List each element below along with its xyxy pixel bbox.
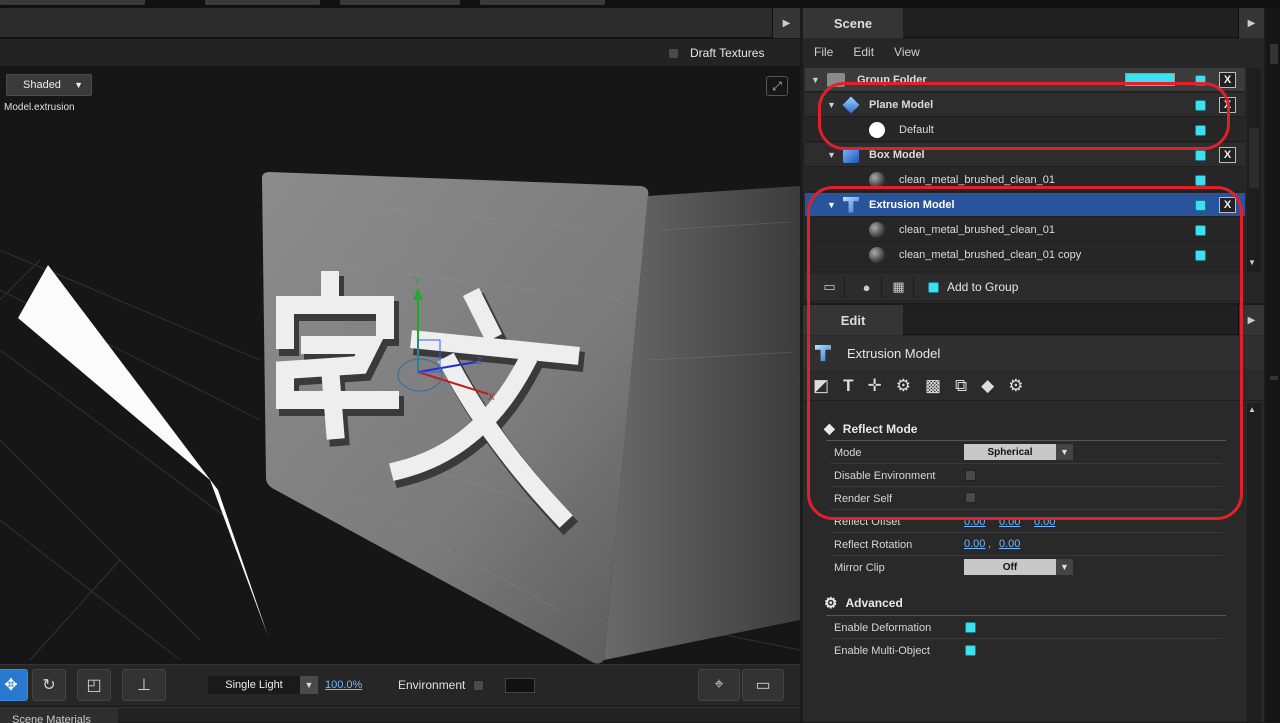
box-front-face	[262, 172, 649, 664]
target-icon[interactable]: ⌖	[698, 669, 740, 701]
scale-tool-icon[interactable]: ◰	[77, 669, 111, 701]
scene-menu-bar: File Edit View	[803, 38, 1264, 66]
collapsed-panel-tab[interactable]	[1270, 376, 1278, 380]
plane-model-shape	[18, 265, 268, 636]
enable-multi-object-checkbox[interactable]	[965, 645, 976, 656]
scene-scrollbar[interactable]: ▼	[1247, 68, 1261, 272]
divider	[830, 638, 1222, 639]
top-tab[interactable]	[205, 0, 320, 5]
move-tool-icon[interactable]: ✥	[0, 669, 28, 701]
expand-triangle-icon[interactable]: ▼	[811, 75, 821, 85]
visibility-toggle[interactable]	[1195, 150, 1206, 161]
display-icon[interactable]: ▭	[742, 669, 784, 701]
chevron-down-icon: ▼	[74, 80, 83, 90]
top-tab[interactable]	[340, 0, 460, 5]
highlight-annotation	[807, 186, 1243, 520]
scene-panel-arrow-icon[interactable]: ▶	[1238, 8, 1264, 38]
environment-toggle[interactable]: Environment	[398, 678, 485, 692]
scroll-down-icon[interactable]: ▼	[1248, 258, 1256, 267]
environment-checkbox[interactable]	[473, 679, 485, 691]
top-tab-strip	[0, 0, 1280, 8]
reflect-rotation-label: Reflect Rotation	[834, 539, 913, 551]
advanced-section[interactable]: ⚙ Advanced	[824, 594, 903, 612]
bottom-panel-bar: Scene Materials	[0, 707, 800, 723]
scene-row-label: Box Model	[869, 148, 925, 161]
lighting-dropdown[interactable]: Single Light ▼	[208, 676, 318, 694]
rotate-tool-icon[interactable]: ↻	[32, 669, 66, 701]
mirror-clip-label: Mirror Clip	[834, 562, 885, 574]
divider	[830, 555, 1222, 556]
reflect-rotation-y[interactable]: 0.00	[999, 538, 1020, 550]
svg-text:Y: Y	[414, 276, 421, 287]
svg-text:X: X	[488, 392, 495, 403]
mirror-clip-value: Off	[964, 559, 1056, 575]
expand-triangle-icon[interactable]: ▼	[827, 150, 837, 160]
scene-row-label: clean_metal_brushed_clean_01	[899, 173, 1055, 186]
lighting-value: Single Light	[225, 679, 283, 691]
draft-textures-toggle[interactable]: Draft Textures	[668, 46, 764, 60]
top-tab[interactable]	[0, 0, 145, 5]
close-icon[interactable]: X	[1219, 147, 1236, 163]
viewport-collapse-arrow-icon[interactable]: ▶	[772, 8, 800, 38]
collapsed-panel-tab[interactable]	[1270, 44, 1278, 64]
edit-scrollbar[interactable]: ▲	[1247, 403, 1261, 722]
mirror-clip-dropdown[interactable]: Off ▼	[964, 559, 1073, 575]
svg-text:Z: Z	[476, 356, 482, 367]
tab-scene[interactable]: Scene	[803, 8, 903, 38]
top-tab[interactable]	[480, 0, 605, 5]
viewport-header	[0, 8, 800, 38]
separator-comma: ,	[988, 538, 992, 550]
visibility-toggle[interactable]	[1195, 175, 1206, 186]
divider	[826, 615, 1226, 616]
model-name-label: Model.extrusion	[4, 102, 75, 113]
chevron-down-icon: ▼	[1056, 559, 1073, 575]
chevron-down-icon: ▼	[300, 676, 318, 694]
enable-multi-object-label: Enable Multi-Object	[834, 645, 930, 657]
section-title: Advanced	[845, 596, 903, 610]
scroll-up-icon[interactable]: ▲	[1248, 405, 1256, 414]
draft-textures-label: Draft Textures	[690, 46, 765, 60]
draft-textures-checkbox[interactable]	[668, 47, 679, 59]
right-edge-strip	[1266, 8, 1280, 722]
scene-materials-tab[interactable]: Scene Materials	[0, 708, 118, 723]
close-icon[interactable]: X	[1219, 72, 1236, 88]
gear-icon: ⚙	[824, 595, 838, 612]
divider	[830, 532, 1222, 533]
reflect-rotation-x[interactable]: 0.00	[964, 538, 985, 550]
enable-deformation-checkbox[interactable]	[965, 622, 976, 633]
menu-edit[interactable]: Edit	[853, 45, 874, 59]
render-mode-value: Shaded	[23, 79, 61, 91]
highlight-annotation	[818, 82, 1230, 150]
viewport-scene[interactable]: Y X Z	[0, 8, 800, 714]
zoom-level[interactable]: 100.0%	[325, 679, 362, 691]
scrollbar-thumb[interactable]	[1249, 128, 1259, 188]
3d-viewport[interactable]: Y X Z	[0, 8, 800, 714]
menu-view[interactable]: View	[894, 45, 920, 59]
environment-swatch[interactable]	[505, 678, 535, 693]
enable-deformation-label: Enable Deformation	[834, 622, 932, 634]
menu-file[interactable]: File	[814, 45, 833, 59]
render-mode-dropdown[interactable]: Shaded ▼	[6, 74, 92, 96]
expand-icon[interactable]: ⤢	[766, 76, 788, 96]
axis-tool-icon[interactable]: ⊥	[122, 669, 166, 701]
environment-label: Environment	[398, 678, 466, 692]
